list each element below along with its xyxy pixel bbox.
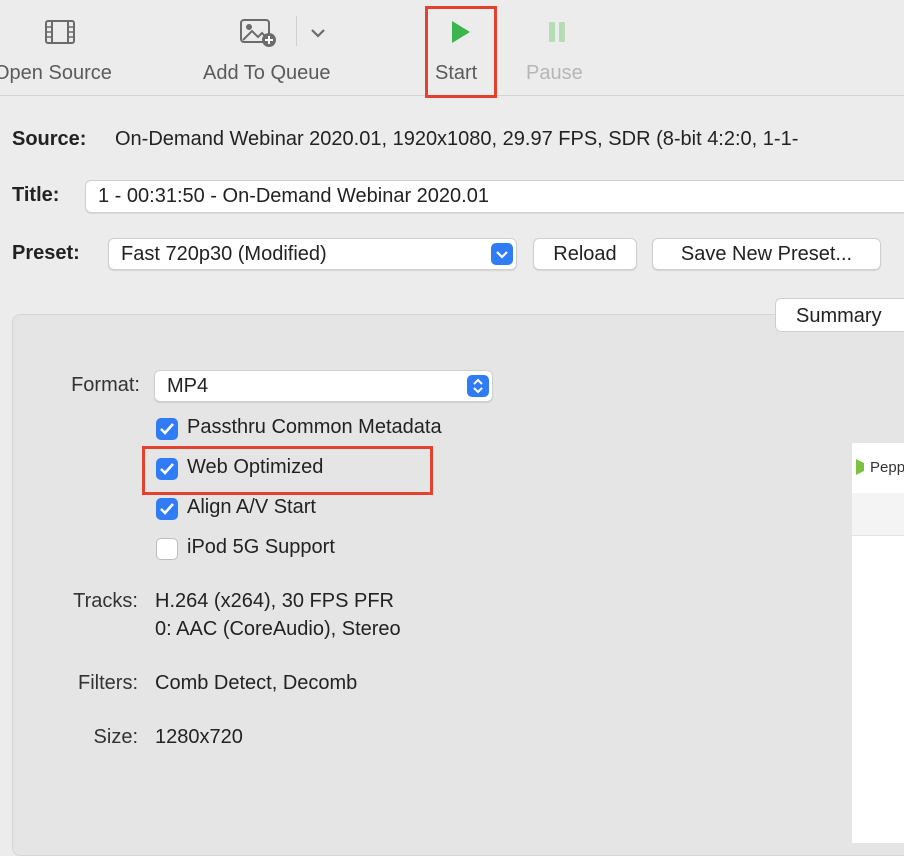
- format-label: Format:: [71, 374, 140, 396]
- updown-arrows-icon: [467, 375, 489, 397]
- filters-label: Filters:: [78, 672, 138, 694]
- queue-menu-chevron[interactable]: [306, 22, 330, 44]
- start-highlight-box: [425, 6, 497, 98]
- add-to-queue-label: Add To Queue: [203, 62, 331, 84]
- checkbox-checked-icon[interactable]: [156, 498, 178, 520]
- preview-header: Pepp: [852, 443, 904, 494]
- source-value: On-Demand Webinar 2020.01, 1920x1080, 29…: [115, 128, 799, 150]
- checkbox-unchecked-icon[interactable]: [156, 538, 178, 560]
- pepperdine-logo-icon: [856, 459, 864, 475]
- format-popup[interactable]: MP4: [154, 370, 493, 402]
- title-label: Title:: [12, 184, 60, 206]
- preset-popup[interactable]: Fast 720p30 (Modified): [108, 238, 517, 270]
- title-select[interactable]: 1 - 00:31:50 - On-Demand Webinar 2020.01: [85, 180, 904, 213]
- tracks-line-1: H.264 (x264), 30 FPS PFR: [155, 590, 394, 612]
- open-source-button[interactable]: Open Source: [0, 0, 130, 95]
- preview-image: Pepp: [852, 443, 904, 843]
- tracks-label: Tracks:: [73, 590, 138, 612]
- pause-button: Pause: [522, 0, 592, 95]
- format-value: MP4: [167, 375, 209, 397]
- toolbar-divider: [296, 16, 297, 46]
- preview-text: Pepp: [870, 459, 904, 476]
- add-to-queue-button[interactable]: Add To Queue: [195, 0, 360, 95]
- add-photo-icon: [240, 19, 276, 47]
- checkbox-label: iPod 5G Support: [187, 536, 335, 558]
- popup-arrow-icon: [491, 243, 513, 265]
- preview-subbar: [852, 493, 904, 536]
- checkbox-label: Align A/V Start: [187, 496, 316, 518]
- size-label: Size:: [93, 726, 138, 748]
- size-value: 1280x720: [155, 726, 243, 748]
- save-new-preset-button[interactable]: Save New Preset...: [652, 238, 881, 270]
- tab-summary[interactable]: Summary: [775, 298, 904, 332]
- filters-value: Comb Detect, Decomb: [155, 672, 358, 694]
- checkbox-label: Passthru Common Metadata: [187, 416, 442, 438]
- toolbar: Open Source Add To Queue Start Pause: [0, 0, 904, 98]
- tracks-line-2: 0: AAC (CoreAudio), Stereo: [155, 618, 401, 640]
- web-optimized-highlight-box: [142, 446, 433, 495]
- reload-button[interactable]: Reload: [533, 238, 637, 270]
- source-label: Source:: [12, 128, 87, 150]
- preset-value: Fast 720p30 (Modified): [121, 243, 327, 265]
- open-source-label: Open Source: [0, 62, 112, 84]
- preset-label: Preset:: [12, 242, 80, 264]
- chevron-down-icon: [311, 29, 325, 38]
- pause-label: Pause: [526, 62, 583, 84]
- pause-icon: [549, 22, 565, 42]
- checkbox-checked-icon[interactable]: [156, 418, 178, 440]
- film-icon: [45, 20, 75, 44]
